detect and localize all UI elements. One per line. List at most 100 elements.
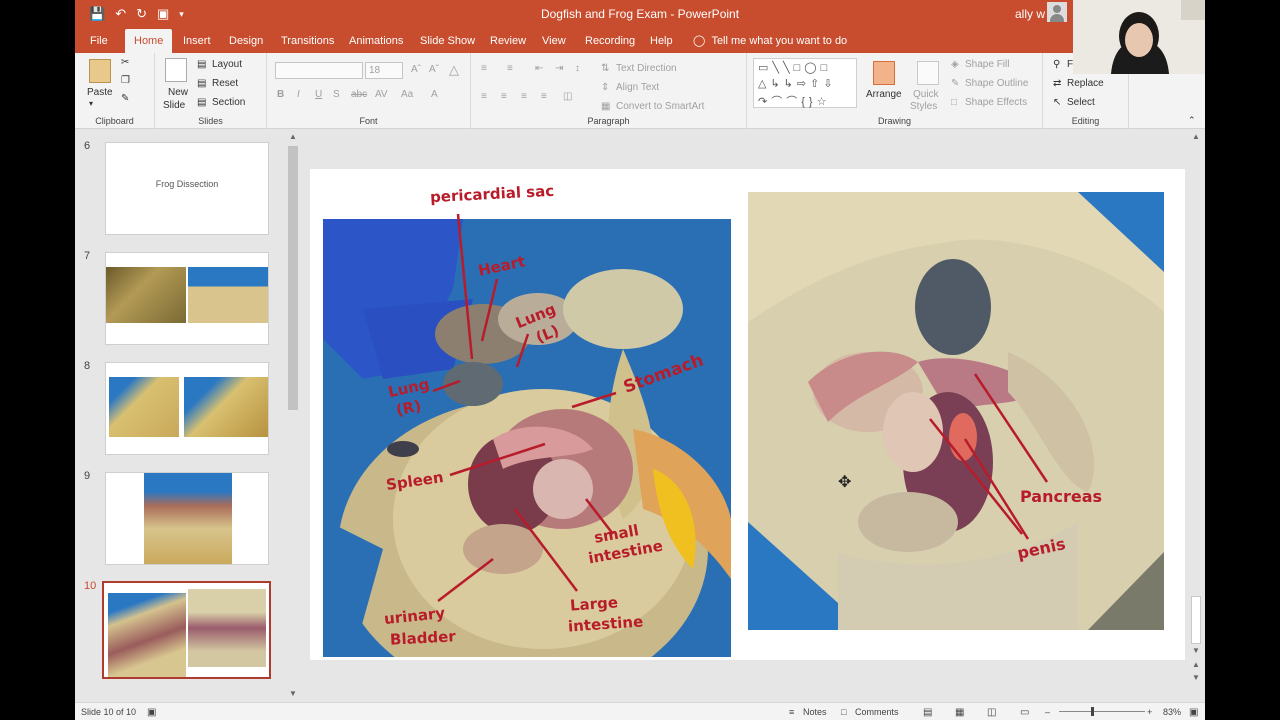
shapes-gallery[interactable]: ▭╲╲□◯□ △↳↳⇨⇧⇩ ↷⌒⌒{}☆ [753, 58, 857, 108]
tab-review[interactable]: Review [481, 29, 535, 53]
quick-styles-icon[interactable] [917, 61, 939, 85]
tab-transitions[interactable]: Transitions [272, 29, 343, 53]
tab-help[interactable]: Help [641, 29, 682, 53]
strikethrough-icon[interactable]: abc [351, 89, 367, 100]
zoom-in-icon[interactable]: + [1147, 707, 1152, 717]
scroll-thumb[interactable] [1191, 596, 1201, 644]
scroll-down-icon[interactable]: ▼ [289, 689, 297, 698]
columns-icon[interactable]: ◫ [563, 91, 572, 102]
fit-to-window-icon[interactable]: ▣ [1189, 707, 1198, 718]
reading-view-icon[interactable]: ◫ [987, 707, 996, 718]
spell-check-icon[interactable]: ▣ [147, 707, 156, 718]
next-slide-icon[interactable]: ▼ [1192, 673, 1200, 682]
select-button[interactable]: Select [1067, 97, 1095, 108]
section-button[interactable]: Section [212, 97, 245, 108]
slide-scrollbar[interactable]: ▲ ▼ ▲ ▼ [1190, 130, 1202, 702]
normal-view-icon[interactable]: ▤ [923, 707, 932, 718]
align-center-icon[interactable]: ≡ [501, 91, 507, 102]
slide-thumbnail-6[interactable]: Frog Dissection [105, 142, 269, 235]
slide-thumbnail-7[interactable] [105, 252, 269, 345]
paste-dropdown-icon[interactable]: ▾ [89, 99, 93, 108]
user-avatar[interactable] [1047, 2, 1067, 22]
slide-thumbnail-9[interactable] [105, 472, 269, 565]
decrease-indent-icon[interactable]: ⇤ [535, 63, 543, 74]
shape-effects-button[interactable]: Shape Effects [965, 97, 1027, 108]
bold-icon[interactable]: B [277, 89, 284, 100]
replace-button[interactable]: Replace [1067, 78, 1104, 89]
reset-button[interactable]: Reset [212, 78, 238, 89]
clear-format-icon[interactable]: △ [449, 62, 459, 78]
clipboard-group: Paste ▾ ✂ ❐ ✎ Clipboard [75, 53, 155, 129]
label-pancreas[interactable]: Pancreas [1020, 489, 1102, 505]
slide-thumbnail-10[interactable] [102, 581, 271, 679]
slide-thumbnail-8[interactable] [105, 362, 269, 455]
shadow-icon[interactable]: S [333, 89, 340, 100]
tab-recording[interactable]: Recording [576, 29, 644, 53]
layout-button[interactable]: Layout [212, 59, 242, 70]
font-color-icon[interactable]: A [431, 89, 438, 100]
zoom-slider[interactable] [1059, 711, 1145, 712]
char-spacing-icon[interactable]: AV [375, 89, 388, 100]
label-large-intestine-1[interactable]: Large [569, 593, 618, 614]
copy-icon[interactable]: ❐ [121, 75, 130, 86]
tab-slide-show[interactable]: Slide Show [411, 29, 484, 53]
quick-styles-label-2[interactable]: Styles [910, 101, 937, 112]
powerpoint-window: 💾 ↶ ↻ ▣ ▾ Dogfish and Frog Exam - PowerP… [75, 0, 1205, 720]
numbering-icon[interactable]: ≡ [507, 63, 513, 74]
slide-canvas[interactable]: pericardial sac Heart Lung (L) Lung (R) … [310, 169, 1185, 660]
tell-me-box[interactable]: ◯ Tell me what you want to do [693, 29, 847, 53]
bullets-icon[interactable]: ≡ [481, 63, 487, 74]
thumbnail-scrollbar[interactable]: ▲ ▼ [287, 130, 299, 702]
align-text-button[interactable]: Align Text [616, 82, 659, 93]
slide-sorter-icon[interactable]: ▦ [955, 707, 964, 718]
grow-font-icon[interactable]: Aˆ [411, 64, 421, 75]
format-painter-icon[interactable]: ✎ [121, 93, 129, 104]
collapse-ribbon-icon[interactable]: ⌃ [1188, 115, 1196, 126]
zoom-slider-thumb[interactable] [1091, 707, 1094, 716]
tab-home[interactable]: Home [125, 29, 173, 53]
justify-icon[interactable]: ≡ [541, 91, 547, 102]
scroll-down-icon[interactable]: ▼ [1192, 646, 1200, 655]
align-left-icon[interactable]: ≡ [481, 91, 487, 102]
cut-icon[interactable]: ✂ [121, 57, 129, 68]
line-spacing-icon[interactable]: ↕ [575, 63, 580, 74]
scroll-up-icon[interactable]: ▲ [1192, 132, 1200, 141]
tab-view[interactable]: View [533, 29, 575, 53]
new-slide-label-2[interactable]: Slide [163, 100, 185, 111]
tab-animations[interactable]: Animations [340, 29, 412, 53]
shape-outline-button[interactable]: Shape Outline [965, 78, 1028, 89]
previous-slide-icon[interactable]: ▲ [1192, 660, 1200, 669]
arrange-icon[interactable] [873, 61, 895, 85]
scroll-thumb[interactable] [288, 146, 298, 410]
zoom-level[interactable]: 83% [1163, 707, 1181, 717]
align-right-icon[interactable]: ≡ [521, 91, 527, 102]
change-case-icon[interactable]: Aa [401, 89, 413, 100]
new-slide-icon[interactable] [165, 58, 187, 82]
comments-icon[interactable]: □ [841, 707, 846, 717]
comments-button[interactable]: Comments [855, 707, 899, 717]
text-direction-button[interactable]: Text Direction [616, 63, 677, 74]
slideshow-view-icon[interactable]: ▭ [1020, 707, 1029, 718]
tab-design[interactable]: Design [220, 29, 272, 53]
arrange-button[interactable]: Arrange [866, 89, 902, 100]
notes-button[interactable]: Notes [803, 707, 827, 717]
zoom-out-icon[interactable]: – [1045, 707, 1050, 717]
user-name[interactable]: ally w [1015, 7, 1045, 21]
notes-icon[interactable]: ≡ [789, 707, 794, 717]
shape-fill-button[interactable]: Shape Fill [965, 59, 1009, 70]
italic-icon[interactable]: I [297, 89, 300, 100]
paste-icon[interactable] [89, 59, 111, 83]
font-name-combo[interactable] [275, 62, 363, 79]
paste-button[interactable]: Paste [87, 87, 113, 98]
new-slide-label-1[interactable]: New [168, 87, 188, 98]
tab-file[interactable]: File [81, 29, 117, 53]
scroll-up-icon[interactable]: ▲ [289, 132, 297, 141]
underline-icon[interactable]: U [315, 89, 322, 100]
shrink-font-icon[interactable]: Aˇ [429, 64, 439, 75]
quick-styles-label-1[interactable]: Quick [913, 89, 939, 100]
label-urinary-bladder-2[interactable]: Bladder [390, 627, 457, 648]
font-size-combo[interactable]: 18 [365, 62, 403, 79]
convert-smartart-button[interactable]: Convert to SmartArt [616, 101, 704, 112]
increase-indent-icon[interactable]: ⇥ [555, 63, 563, 74]
tab-insert[interactable]: Insert [174, 29, 220, 53]
